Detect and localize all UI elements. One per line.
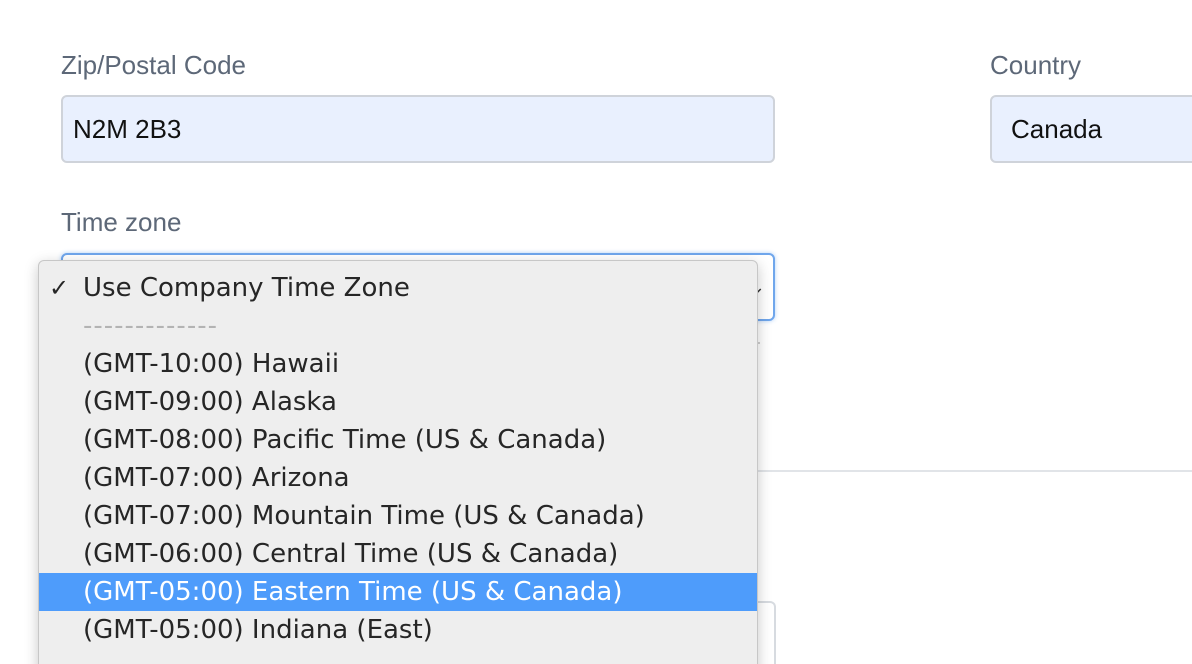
timezone-option-mountain[interactable]: (GMT-07:00) Mountain Time (US & Canada) (39, 497, 757, 535)
checkmark-icon: ✓ (49, 274, 70, 302)
country-label: Country (990, 50, 1082, 80)
timezone-option-hawaii[interactable]: (GMT-10:00) Hawaii (39, 345, 757, 383)
option-label: (GMT-10:00) Hawaii (83, 349, 340, 379)
contact-form-page: Zip/Postal Code N2M 2B3 Country Canada T… (0, 0, 1192, 664)
option-label: (GMT-06:00) Central Time (US & Canada) (83, 539, 619, 569)
zip-label: Zip/Postal Code (61, 50, 246, 80)
timezone-option-company[interactable]: ✓ Use Company Time Zone (39, 269, 757, 307)
timezone-option-central[interactable]: (GMT-06:00) Central Time (US & Canada) (39, 535, 757, 573)
option-label: (GMT-07:00) Arizona (83, 463, 350, 493)
section-divider (756, 470, 1192, 472)
option-label: Use Company Time Zone (83, 273, 410, 303)
timezone-option-separator: ------------- (39, 307, 757, 345)
option-label: (GMT-08:00) Pacific Time (US & Canada) (83, 425, 607, 455)
partial-input-field[interactable] (756, 601, 776, 664)
option-label: (GMT-05:00) Indiana (East) (83, 615, 433, 645)
timezone-option-eastern[interactable]: (GMT-05:00) Eastern Time (US & Canada) (39, 573, 757, 611)
country-input[interactable]: Canada (990, 95, 1192, 163)
option-label: (GMT-09:00) Alaska (83, 387, 337, 417)
option-label: (GMT-05:00) Eastern Time (US & Canada) (83, 577, 623, 607)
timezone-option-alaska[interactable]: (GMT-09:00) Alaska (39, 383, 757, 421)
zip-input[interactable]: N2M 2B3 (61, 95, 775, 163)
option-label: (GMT-07:00) Mountain Time (US & Canada) (83, 501, 645, 531)
timezone-option-indiana[interactable]: (GMT-05:00) Indiana (East) (39, 611, 757, 649)
timezone-dropdown-menu: ✓ Use Company Time Zone ------------- (G… (38, 260, 758, 664)
separator-label: ------------- (83, 311, 218, 341)
timezone-option-arizona[interactable]: (GMT-07:00) Arizona (39, 459, 757, 497)
timezone-option-pacific[interactable]: (GMT-08:00) Pacific Time (US & Canada) (39, 421, 757, 459)
timezone-label: Time zone (61, 207, 182, 237)
